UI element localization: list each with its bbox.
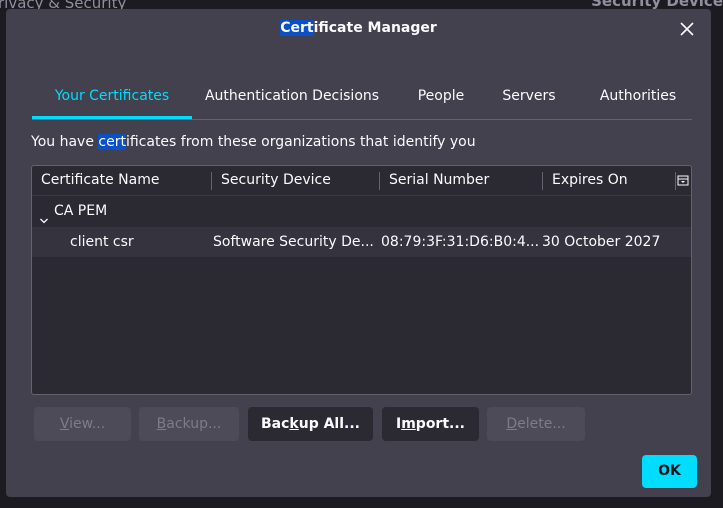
certificate-manager-dialog: Certificate Manager Your Certificates Au… bbox=[6, 9, 711, 497]
import-label: port... bbox=[415, 416, 465, 432]
description-after: ificates from these organizations that i… bbox=[125, 134, 476, 150]
close-icon[interactable] bbox=[677, 19, 697, 39]
chevron-down-icon[interactable] bbox=[39, 207, 49, 224]
delete-accesskey: D bbox=[506, 416, 518, 432]
tab-your-certificates[interactable]: Your Certificates bbox=[32, 79, 192, 119]
backup-accesskey: B bbox=[156, 416, 167, 432]
title-rest: ificate Manager bbox=[313, 20, 437, 36]
view-label: iew... bbox=[69, 416, 106, 432]
column-certificate-name[interactable]: Certificate Name bbox=[32, 166, 211, 195]
delete-button[interactable]: Delete... bbox=[487, 407, 585, 441]
column-expires-on[interactable]: Expires On bbox=[543, 166, 675, 195]
description-before: You have bbox=[31, 134, 99, 150]
tree-header: Certificate Name Security Device Serial … bbox=[32, 166, 691, 196]
tab-authorities[interactable]: Authorities bbox=[590, 79, 686, 116]
certificate-tree[interactable]: Certificate Name Security Device Serial … bbox=[31, 165, 692, 395]
description-find-highlight: cert bbox=[98, 134, 126, 150]
column-security-device[interactable]: Security Device bbox=[212, 166, 379, 195]
backup-all-label: up All... bbox=[298, 416, 360, 432]
dialog-title: Certificate Manager bbox=[6, 20, 711, 36]
backup-label: ackup... bbox=[166, 416, 222, 432]
tab-servers[interactable]: Servers bbox=[499, 79, 559, 116]
tab-strip: Your Certificates Authentication Decisio… bbox=[32, 79, 692, 120]
tree-group-row[interactable]: CA PEM bbox=[32, 196, 691, 226]
tab-description: You have certificates from these organiz… bbox=[31, 134, 476, 150]
column-picker-icon[interactable] bbox=[675, 166, 691, 195]
backup-all-button[interactable]: Backup All... bbox=[248, 407, 373, 441]
cell-expires-on: 30 October 2027 bbox=[542, 234, 661, 250]
view-accesskey: V bbox=[59, 416, 70, 432]
view-button[interactable]: View... bbox=[34, 407, 131, 441]
tab-authentication-decisions[interactable]: Authentication Decisions bbox=[202, 79, 382, 116]
ok-button[interactable]: OK bbox=[642, 455, 697, 488]
delete-label: elete... bbox=[517, 416, 566, 432]
cell-serial-number: 08:79:3F:31:D6:B0:4... bbox=[381, 234, 540, 250]
dialog-titlebar: Certificate Manager bbox=[6, 9, 711, 49]
import-accesskey: m bbox=[401, 416, 416, 432]
column-serial-number[interactable]: Serial Number bbox=[380, 166, 542, 195]
title-find-highlight: Cert bbox=[280, 20, 314, 36]
cell-certificate-name: client csr bbox=[70, 234, 134, 250]
table-row[interactable]: client csr Software Security De... 08:79… bbox=[32, 227, 691, 257]
backup-all-accesskey: k bbox=[289, 416, 299, 432]
tab-people[interactable]: People bbox=[410, 79, 472, 116]
backup-all-label-pre: Bac bbox=[261, 416, 290, 432]
backup-button[interactable]: Backup... bbox=[139, 407, 239, 441]
cell-security-device: Software Security De... bbox=[213, 234, 374, 250]
group-name: CA PEM bbox=[54, 203, 108, 219]
import-button[interactable]: Import... bbox=[382, 407, 479, 441]
